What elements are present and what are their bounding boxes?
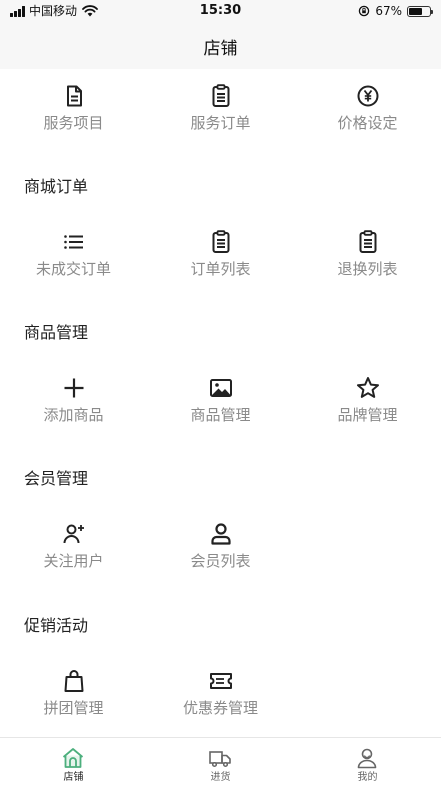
plus-icon (61, 375, 87, 401)
user-add-icon (61, 521, 87, 547)
member-list-label: 会员列表 (190, 552, 251, 570)
document-icon (61, 83, 87, 109)
profile-icon (355, 746, 379, 770)
group-buy-button[interactable]: 拼团管理 (0, 654, 147, 724)
coupon-management-button[interactable]: 优惠券管理 (147, 654, 294, 724)
followed-users-button[interactable]: 关注用户 (0, 507, 147, 577)
coupon-management-label: 优惠券管理 (182, 699, 258, 717)
member-list-button[interactable]: 会员列表 (147, 507, 294, 577)
clipboard-icon (355, 229, 381, 255)
section-title-member-management: 会员管理 (24, 469, 89, 488)
manage-products-label: 商品管理 (190, 406, 251, 424)
tab-store-label: 店铺 (63, 772, 84, 783)
list-icon (61, 229, 87, 255)
tab-purchase[interactable]: 进货 (147, 738, 294, 791)
status-right: 67% (358, 3, 433, 19)
section-title-promotions: 促销活动 (24, 616, 89, 635)
add-product-label: 添加商品 (43, 406, 104, 424)
truck-icon (208, 746, 232, 770)
service-items-button[interactable]: 服务项目 (0, 69, 147, 139)
service-items-label: 服务项目 (43, 114, 104, 132)
status-bar: 中国移动 15:30 67% (0, 0, 441, 22)
yen-circle-icon (355, 83, 381, 109)
order-list-button[interactable]: 订单列表 (147, 215, 294, 285)
tab-bar: 店铺 进货 我的 (0, 737, 441, 791)
user-icon (208, 521, 234, 547)
followed-users-label: 关注用户 (43, 552, 104, 570)
service-orders-button[interactable]: 服务订单 (147, 69, 294, 139)
brand-management-label: 品牌管理 (337, 406, 398, 424)
mall-orders-row: 未成交订单 订单列表 退换列表 (0, 215, 441, 285)
tab-purchase-label: 进货 (210, 772, 231, 783)
product-management-row: 添加商品 商品管理 品牌管理 (0, 361, 441, 431)
return-list-button[interactable]: 退换列表 (294, 215, 441, 285)
price-settings-button[interactable]: 价格设定 (294, 69, 441, 139)
brand-management-button[interactable]: 品牌管理 (294, 361, 441, 431)
manage-products-button[interactable]: 商品管理 (147, 361, 294, 431)
store-icon (61, 746, 85, 770)
page-title: 店铺 (203, 39, 238, 59)
clipboard-icon (208, 229, 234, 255)
promotions-row: 拼团管理 优惠券管理 (0, 654, 441, 724)
section-title-product-management: 商品管理 (24, 323, 89, 342)
member-management-row: 关注用户 会员列表 (0, 507, 441, 577)
price-settings-label: 价格设定 (337, 114, 398, 132)
rotation-lock-icon (359, 5, 370, 17)
tab-mine[interactable]: 我的 (294, 738, 441, 791)
tab-store[interactable]: 店铺 (0, 738, 147, 791)
shopping-bag-icon (61, 668, 87, 694)
nav-bar: 店铺 (0, 22, 441, 69)
return-list-label: 退换列表 (337, 260, 398, 278)
service-orders-label: 服务订单 (190, 114, 251, 132)
section-title-mall-orders: 商城订单 (24, 177, 89, 196)
star-icon (355, 375, 381, 401)
add-product-button[interactable]: 添加商品 (0, 361, 147, 431)
pending-orders-button[interactable]: 未成交订单 (0, 215, 147, 285)
clipboard-icon (208, 83, 234, 109)
battery-percent: 67% (375, 4, 402, 18)
battery-icon (407, 5, 433, 17)
pending-orders-label: 未成交订单 (35, 260, 111, 278)
top-shortcuts-row: 服务项目 服务订单 价格设定 (0, 69, 441, 139)
image-icon (208, 375, 234, 401)
group-buy-label: 拼团管理 (43, 699, 104, 717)
ticket-icon (208, 668, 234, 694)
tab-mine-label: 我的 (357, 772, 378, 783)
order-list-label: 订单列表 (190, 260, 251, 278)
